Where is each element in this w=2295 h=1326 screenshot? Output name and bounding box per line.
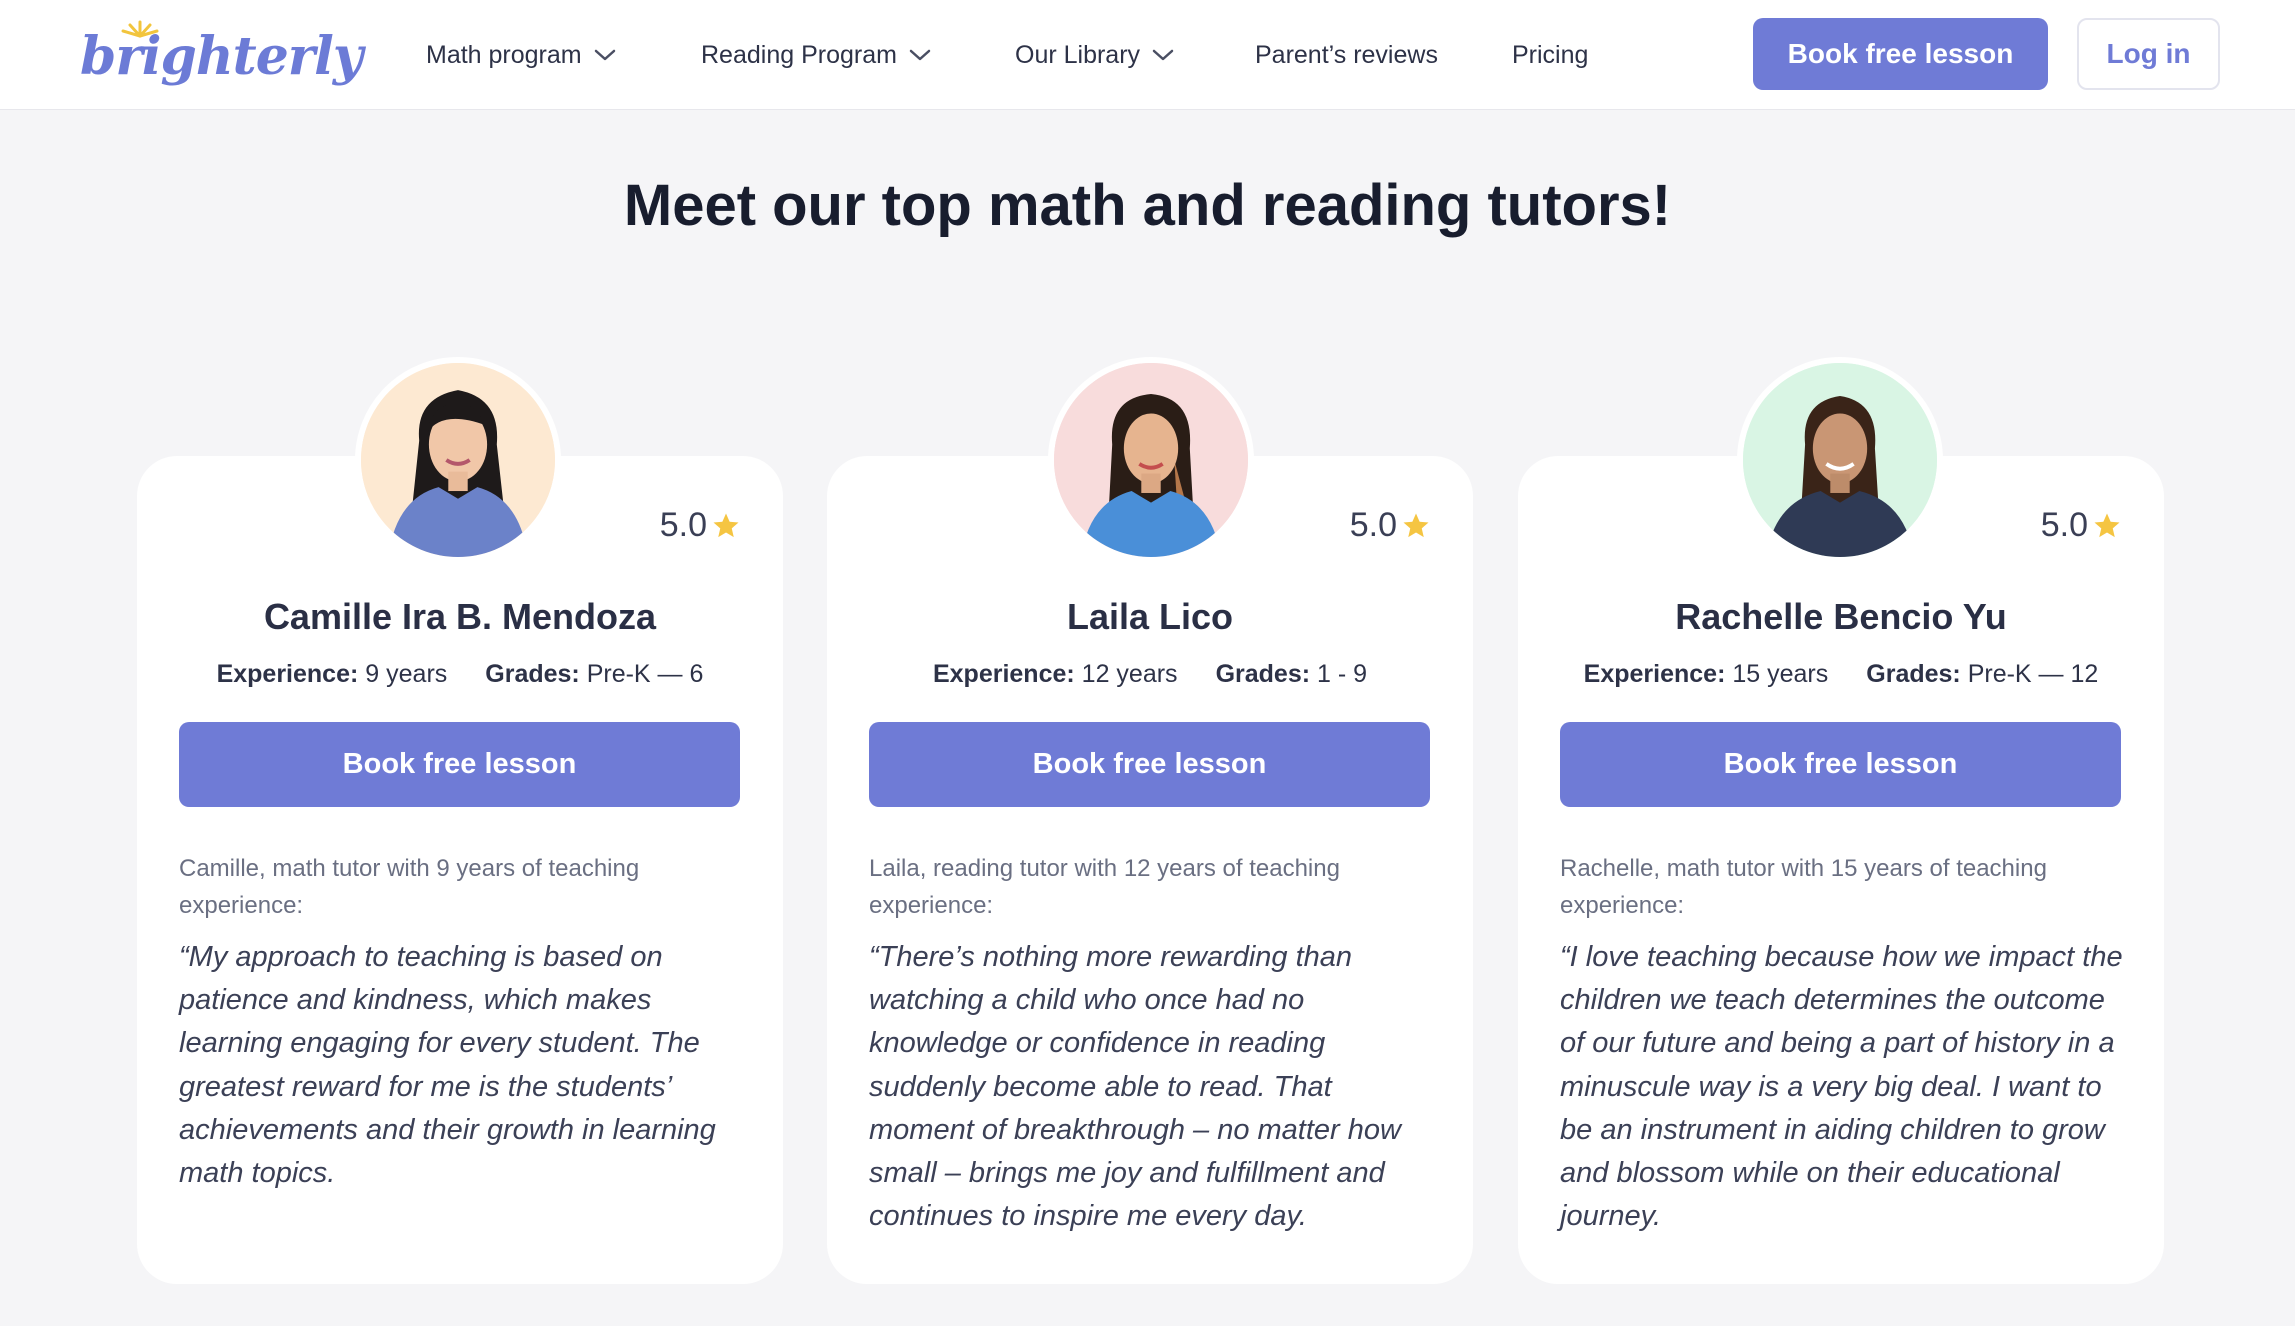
tutor-intro: Rachelle, math tutor with 15 years of te… bbox=[1560, 855, 2047, 919]
book-free-lesson-button[interactable]: Book free lesson bbox=[869, 722, 1430, 807]
experience-value: 15 years bbox=[1732, 660, 1829, 688]
grades-label: Grades: bbox=[1215, 660, 1311, 688]
experience-label: Experience: bbox=[932, 660, 1075, 688]
tutor-avatar-photo bbox=[355, 357, 561, 563]
tutor-avatar-photo bbox=[1048, 357, 1254, 563]
grades-label: Grades: bbox=[1866, 660, 1961, 688]
nav-reading-program[interactable]: Reading Program bbox=[701, 34, 931, 76]
nav-pricing[interactable]: Pricing bbox=[1512, 34, 1588, 76]
grades-value: 1 - 9 bbox=[1317, 660, 1368, 688]
experience-label: Experience: bbox=[216, 660, 359, 688]
tutor-quote: “My approach to teaching is based on pat… bbox=[179, 941, 716, 1190]
grades-label: Grades: bbox=[485, 660, 580, 688]
nav-label: Reading Program bbox=[701, 40, 897, 69]
tutor-meta: Experience: 9 years Grades: Pre-K — 6 bbox=[137, 660, 783, 689]
tutor-quote: “I love teaching because how we impact t… bbox=[1560, 941, 2123, 1233]
tutor-card: 5.0 Rachelle Bencio Yu Experience: 15 ye… bbox=[1518, 456, 2164, 1284]
grades-value: Pre-K — 6 bbox=[586, 660, 704, 688]
tutor-intro: Camille, math tutor with 9 years of teac… bbox=[179, 855, 640, 919]
rating-value: 5.0 bbox=[2040, 506, 2088, 544]
brighterly-logo[interactable]: brighterly bbox=[80, 18, 363, 92]
experience: Experience: 15 years bbox=[1584, 660, 1829, 689]
experience-value: 9 years bbox=[365, 660, 448, 688]
grades: Grades: Pre-K — 12 bbox=[1866, 660, 2098, 689]
tutor-card: 5.0 Laila Lico Experience: 12 years Grad… bbox=[827, 456, 1473, 1284]
nav-our-library[interactable]: Our Library bbox=[1015, 34, 1174, 76]
tutor-meta: Experience: 12 years Grades: 1 - 9 bbox=[827, 660, 1473, 689]
rating: 5.0 bbox=[660, 506, 741, 545]
logo-text: brighterly bbox=[80, 26, 363, 87]
tutor-portrait-image bbox=[1054, 363, 1248, 557]
tutor-name: Rachelle Bencio Yu bbox=[1675, 596, 2007, 637]
book-free-lesson-button[interactable]: Book free lesson bbox=[1560, 722, 2121, 807]
login-button[interactable]: Log in bbox=[2077, 18, 2220, 90]
chevron-down-icon bbox=[1152, 49, 1174, 61]
tutor-intro: Laila, reading tutor with 12 years of te… bbox=[869, 855, 1340, 919]
section-title: Meet our top math and reading tutors! bbox=[623, 173, 1672, 238]
rating-value: 5.0 bbox=[1349, 506, 1397, 544]
tutor-card: 5.0 Camille Ira B. Mendoza Experience: 9… bbox=[137, 456, 783, 1284]
tutor-quote: “There’s nothing more rewarding than wat… bbox=[869, 941, 1401, 1233]
nav-label: Parent’s reviews bbox=[1255, 40, 1438, 69]
grades: Grades: 1 - 9 bbox=[1216, 660, 1367, 689]
tutor-avatar-photo bbox=[1737, 357, 1943, 563]
tutor-portrait-image bbox=[1743, 363, 1937, 557]
nav-label: Math program bbox=[426, 40, 582, 69]
nav-label: Pricing bbox=[1512, 40, 1589, 69]
star-icon bbox=[2094, 513, 2120, 537]
rating-value: 5.0 bbox=[659, 506, 707, 544]
experience: Experience: 12 years bbox=[933, 660, 1178, 689]
rating: 5.0 bbox=[1350, 506, 1431, 545]
rating: 5.0 bbox=[2041, 506, 2122, 545]
chevron-down-icon bbox=[909, 49, 931, 61]
book-free-lesson-button[interactable]: Book free lesson bbox=[179, 722, 740, 807]
grades: Grades: Pre-K — 6 bbox=[485, 660, 703, 689]
star-icon bbox=[713, 513, 739, 537]
tutor-meta: Experience: 15 years Grades: Pre-K — 12 bbox=[1518, 660, 2164, 689]
tutor-name: Laila Lico bbox=[1066, 596, 1234, 637]
experience-value: 12 years bbox=[1081, 660, 1178, 688]
star-icon bbox=[1403, 513, 1429, 537]
nav-parents-reviews[interactable]: Parent’s reviews bbox=[1255, 34, 1438, 76]
experience-label: Experience: bbox=[1583, 660, 1726, 688]
tutor-name: Camille Ira B. Mendoza bbox=[263, 596, 657, 637]
nav-label: Our Library bbox=[1015, 40, 1141, 69]
experience: Experience: 9 years bbox=[217, 660, 448, 689]
header-book-free-lesson-button[interactable]: Book free lesson bbox=[1753, 18, 2048, 90]
tutor-portrait-image bbox=[361, 363, 555, 557]
grades-value: Pre-K — 12 bbox=[1967, 660, 2099, 688]
chevron-down-icon bbox=[594, 49, 615, 61]
site-header: brighterly Math program Reading Program … bbox=[0, 0, 2295, 110]
nav-math-program[interactable]: Math program bbox=[426, 34, 616, 76]
